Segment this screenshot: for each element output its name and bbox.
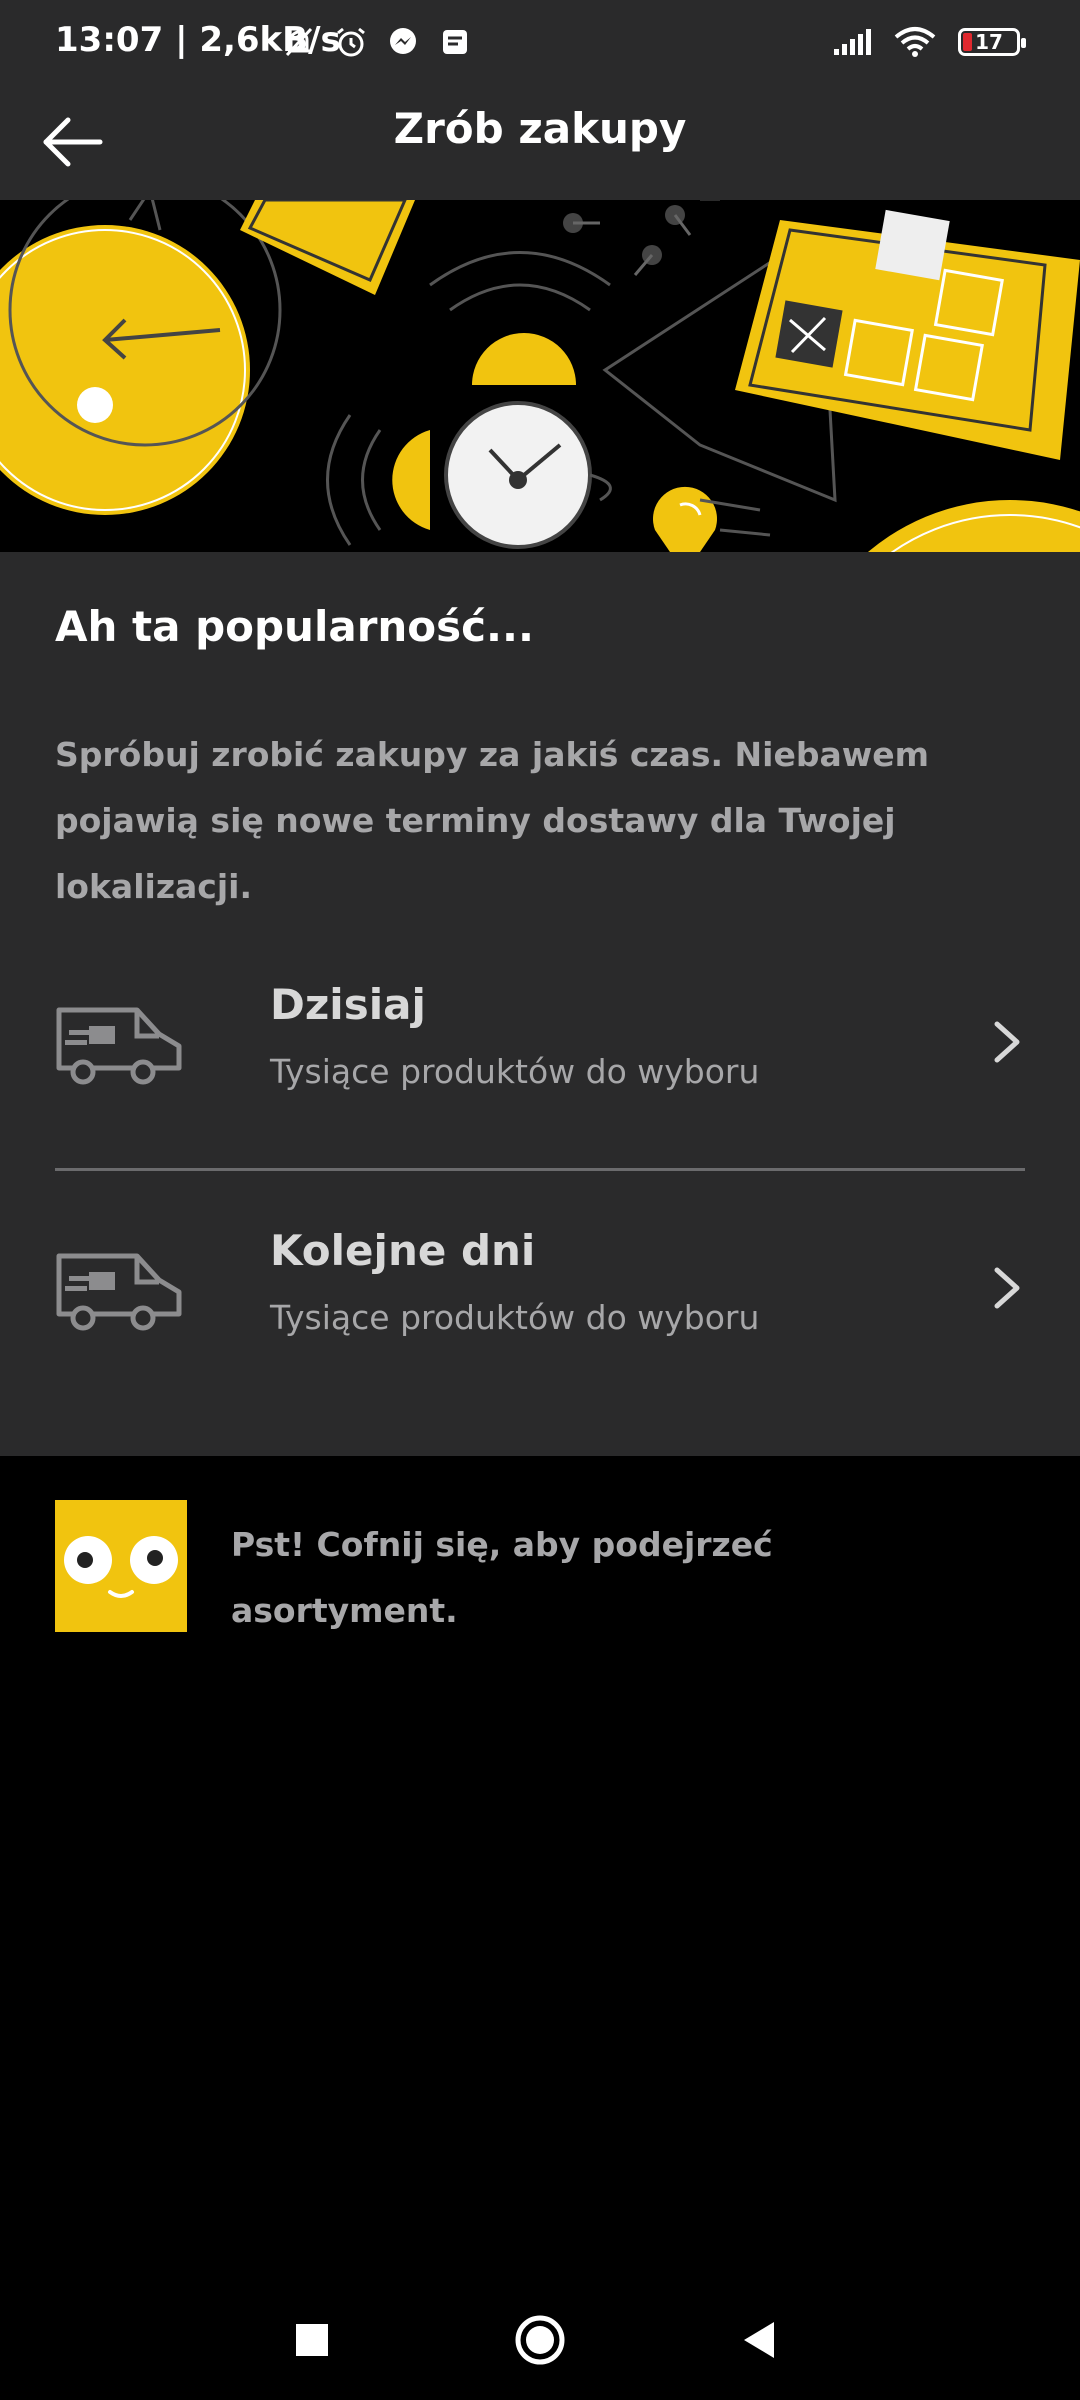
- notes-icon: [443, 30, 467, 54]
- option-subtitle: Tysiące produktów do wyboru: [270, 1052, 760, 1091]
- wifi-icon: [894, 27, 936, 57]
- content-panel: Ah ta popularność... Spróbuj zrobić zaku…: [0, 552, 1080, 1456]
- bell-off-icon: [285, 27, 313, 57]
- system-nav-bar: [0, 2280, 1080, 2400]
- delivery-van-icon: [56, 1253, 182, 1331]
- alarm-icon: [337, 27, 365, 57]
- battery-icon: 17: [958, 28, 1026, 56]
- home-circle-icon[interactable]: [510, 2310, 570, 2370]
- chevron-right-icon: [994, 1267, 1020, 1309]
- option-subtitle: Tysiące produktów do wyboru: [270, 1298, 760, 1337]
- page-title: Zrób zakupy: [393, 104, 687, 153]
- hero-artwork: [0, 200, 1080, 552]
- app-bar: Zrób zakupy: [0, 84, 1080, 200]
- tip-text: Pst! Cofnij się, aby podejrzeć asortymen…: [231, 1525, 773, 1630]
- description: Spróbuj zrobić zakupy za jakiś czas. Nie…: [55, 735, 930, 906]
- mascot-face-icon: [55, 1500, 187, 1632]
- hero-illustration: [0, 200, 1080, 552]
- battery-level: 17: [975, 30, 1003, 54]
- delivery-van-icon: [56, 1007, 182, 1085]
- status-bar: 13:07 | 2,6kB/s 17: [0, 0, 1080, 84]
- divider: [55, 1168, 1025, 1171]
- status-icons-left: [282, 22, 472, 62]
- recents-square-icon[interactable]: [282, 2310, 342, 2370]
- option-title: Kolejne dni: [270, 1226, 536, 1275]
- option-today[interactable]: Dzisiaj Tysiące produktów do wyboru: [55, 932, 1025, 1142]
- chevron-right-icon: [994, 1021, 1020, 1063]
- back-triangle-icon[interactable]: [730, 2310, 790, 2370]
- tip-banner: Pst! Cofnij się, aby podejrzeć asortymen…: [55, 1500, 1025, 1640]
- signal-icon: [834, 29, 871, 55]
- messenger-icon: [390, 28, 416, 54]
- option-next-days[interactable]: Kolejne dni Tysiące produktów do wyboru: [55, 1178, 1025, 1388]
- option-title: Dzisiaj: [270, 980, 426, 1029]
- headline: Ah ta popularność...: [55, 602, 534, 651]
- status-icons-right: 17: [832, 22, 1026, 62]
